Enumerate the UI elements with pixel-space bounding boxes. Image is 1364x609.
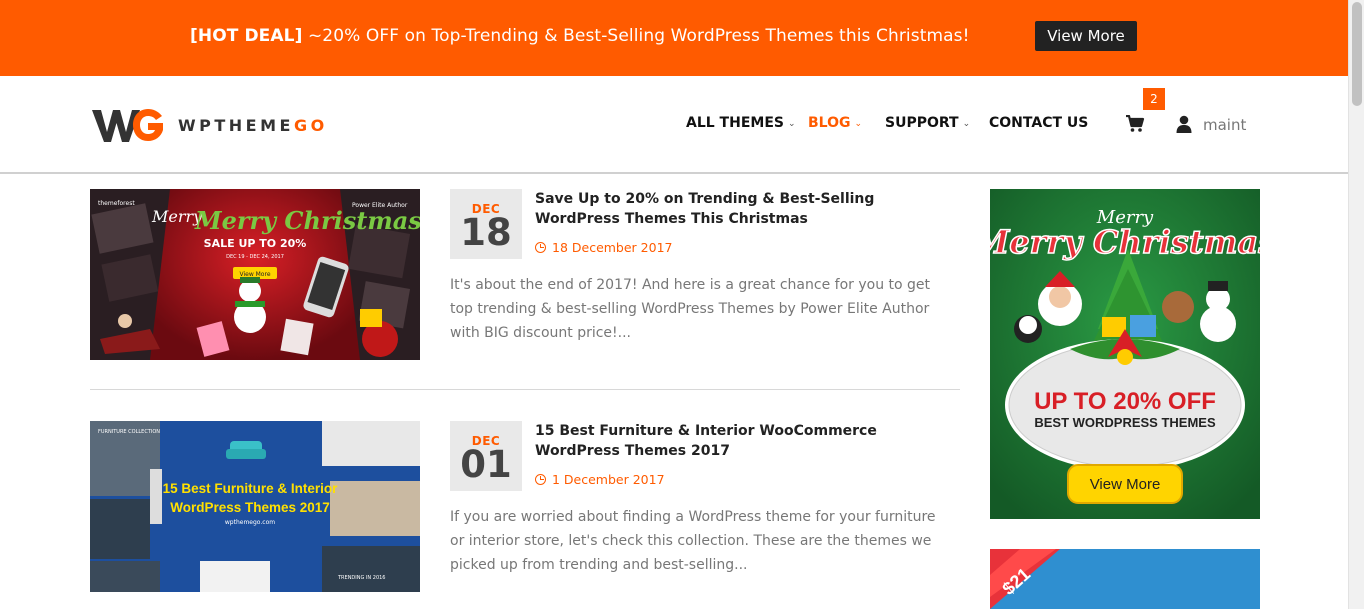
sidebar-christmas-ad[interactable]: Merry Merry Christmas UP TO 20% OFF BEST… <box>990 189 1260 519</box>
promo-view-more-button[interactable]: View More <box>1035 21 1137 51</box>
blog-post-item: Merry Merry Christmas SALE UP TO 20% DEC… <box>90 189 960 360</box>
thumb-view-more: View More <box>239 271 270 278</box>
promo-tag: [HOT DEAL] <box>190 26 303 46</box>
post-divider <box>90 389 960 390</box>
themeforest-logo: themeforest <box>98 200 135 207</box>
post-date-text: 1 December 2017 <box>552 472 665 487</box>
nav-blog[interactable]: BLOG ⌄ <box>808 115 862 131</box>
post-excerpt: It's about the end of 2017! And here is … <box>450 277 931 341</box>
nav-all-themes-label: ALL THEMES <box>686 115 784 131</box>
site-logo[interactable]: WPTHEMEGO <box>92 105 328 145</box>
scrollbar-thumb[interactable] <box>1352 2 1362 106</box>
nav-contact-us-label: CONTACT US <box>989 115 1089 131</box>
user-icon[interactable] <box>1176 115 1192 133</box>
post-title[interactable]: 15 Best Furniture & Interior WooCommerce… <box>535 421 955 461</box>
post-excerpt: If you are worried about finding a WordP… <box>450 509 936 573</box>
nav-support[interactable]: SUPPORT ⌄ <box>885 115 970 131</box>
chevron-down-icon: ⌄ <box>787 119 796 129</box>
clock-icon <box>535 474 546 485</box>
user-name[interactable]: maint <box>1203 116 1246 134</box>
clock-icon <box>535 242 546 253</box>
logo-mark-icon <box>92 109 163 142</box>
promo-text[interactable]: [HOT DEAL] ~20% OFF on Top-Trending & Be… <box>190 26 970 46</box>
furniture-headline-line1: 15 Best Furniture & Interior <box>163 481 339 496</box>
furniture-collection-label: FURNITURE COLLECTION <box>98 429 160 435</box>
site-name: WPTHEMEGO <box>178 116 328 135</box>
power-elite-badge: Power Elite Author <box>352 202 408 209</box>
cart-icon[interactable] <box>1125 114 1145 133</box>
nav-contact-us[interactable]: CONTACT US <box>989 115 1088 131</box>
furniture-site: wpthemego.com <box>225 519 275 526</box>
trending-label: TRENDING IN 2016 <box>337 575 386 581</box>
post-date: 1 December 2017 <box>535 472 665 487</box>
cart-count-badge: 2 <box>1143 88 1165 110</box>
post-day: 01 <box>460 443 512 486</box>
post-title[interactable]: Save Up to 20% on Trending & Best-Sellin… <box>535 189 955 229</box>
post-date-badge: DEC 01 <box>450 421 522 491</box>
chevron-down-icon: ⌄ <box>854 119 863 129</box>
sidebar-price-ad[interactable]: $21 <box>990 549 1260 609</box>
ad-sub: BEST WORDPRESS THEMES <box>1034 415 1216 430</box>
page-scrollbar[interactable] <box>1348 0 1364 609</box>
chevron-down-icon: ⌄ <box>962 119 971 129</box>
ad-offer: UP TO 20% OFF <box>1034 388 1216 415</box>
nav-support-label: SUPPORT <box>885 115 959 131</box>
site-name-main: WPTHEME <box>178 115 294 135</box>
sale-dates: DEC 19 - DEC 24, 2017 <box>226 254 284 260</box>
christmas-headline: Merry Christmas <box>194 206 420 235</box>
post-date-text: 18 December 2017 <box>552 240 673 255</box>
post-date-badge: DEC 18 <box>450 189 522 259</box>
nav-blog-label: BLOG <box>808 115 851 131</box>
post-date: 18 December 2017 <box>535 240 672 255</box>
furniture-headline-line2: WordPress Themes 2017 <box>170 500 330 515</box>
sale-text: SALE UP TO 20% <box>204 237 307 250</box>
post-thumbnail-furniture[interactable]: FURNITURE COLLECTION TRENDING IN 2016 15… <box>90 421 420 592</box>
post-thumbnail-christmas[interactable]: Merry Merry Christmas SALE UP TO 20% DEC… <box>90 189 420 360</box>
ad-view-more-button[interactable]: View More <box>1090 476 1161 493</box>
site-name-accent: GO <box>293 115 328 135</box>
nav-all-themes[interactable]: ALL THEMES ⌄ <box>686 115 796 131</box>
promo-bar: [HOT DEAL] ~20% OFF on Top-Trending & Be… <box>0 0 1348 76</box>
promo-message: ~20% OFF on Top-Trending & Best-Selling … <box>302 26 970 46</box>
post-day: 18 <box>460 211 512 254</box>
ad-headline: Merry Christmas <box>990 223 1260 261</box>
blog-post-item: FURNITURE COLLECTION TRENDING IN 2016 15… <box>90 421 960 592</box>
